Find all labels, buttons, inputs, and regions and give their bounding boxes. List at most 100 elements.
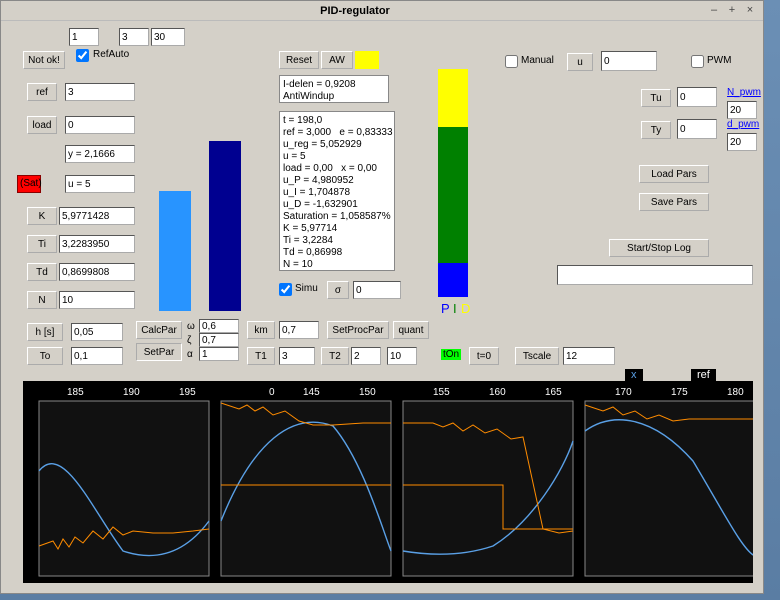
N-button[interactable]: N xyxy=(27,291,57,309)
Tu-input[interactable] xyxy=(677,87,717,107)
npwm-input[interactable] xyxy=(727,101,757,119)
hs-input[interactable] xyxy=(71,323,123,341)
K-button[interactable]: K xyxy=(27,207,57,225)
log-input[interactable] xyxy=(557,265,753,285)
setprocpar-button[interactable]: SetProcPar xyxy=(327,321,389,339)
pid-I-label: I xyxy=(453,301,457,316)
svg-text:150: 150 xyxy=(359,387,376,398)
pid-bar-yellow xyxy=(438,69,468,127)
To-button[interactable]: To xyxy=(27,347,63,365)
npwm-link[interactable]: N_pwm xyxy=(727,87,761,98)
chart-svg: 185190195 0145150 155160165 170175180 xyxy=(23,381,753,583)
ref-button[interactable]: ref xyxy=(27,83,57,101)
loadpars-button[interactable]: Load Pars xyxy=(639,165,709,183)
savepars-button[interactable]: Save Pars xyxy=(639,193,709,211)
Ti-button[interactable]: Ti xyxy=(27,235,57,253)
svg-text:190: 190 xyxy=(123,387,140,398)
omega-label: ω xyxy=(187,321,195,332)
startstop-button[interactable]: Start/Stop Log xyxy=(609,239,709,257)
svg-text:145: 145 xyxy=(303,387,320,398)
reset-button[interactable]: Reset xyxy=(279,51,319,69)
K-input[interactable] xyxy=(59,207,135,225)
load-input[interactable] xyxy=(65,116,135,134)
tscale-input[interactable] xyxy=(563,347,615,365)
svg-text:155: 155 xyxy=(433,387,450,398)
setpar-button[interactable]: SetPar xyxy=(136,343,182,361)
tscale-button[interactable]: Tscale xyxy=(515,347,559,365)
alpha-label: α xyxy=(187,349,193,360)
zeta-label: ζ xyxy=(187,335,191,346)
T2-input2[interactable] xyxy=(387,347,417,365)
maximize-icon[interactable]: + xyxy=(723,4,741,18)
t0-button[interactable]: t=0 xyxy=(469,347,499,365)
u-button[interactable]: u xyxy=(567,53,593,71)
sat-indicator: (Sat) xyxy=(17,175,41,193)
T1-button[interactable]: T1 xyxy=(247,347,275,365)
manual-label: Manual xyxy=(521,55,554,66)
refauto-label: RefAuto xyxy=(93,49,129,60)
zeta-input[interactable] xyxy=(199,333,239,347)
refauto-checkbox[interactable] xyxy=(76,49,89,62)
simu-label: Simu xyxy=(295,283,318,294)
N-input[interactable] xyxy=(59,291,135,309)
To-input[interactable] xyxy=(71,347,123,365)
bar2-container xyxy=(209,61,241,311)
Tu-button[interactable]: Tu xyxy=(641,89,671,107)
svg-text:175: 175 xyxy=(671,387,688,398)
pid-P-label: P xyxy=(441,301,450,316)
svg-text:195: 195 xyxy=(179,387,196,398)
bar1-container xyxy=(159,61,191,311)
idelen-text: I-delen = 0,9208 xyxy=(283,79,356,90)
km-input[interactable] xyxy=(279,321,319,339)
Td-button[interactable]: Td xyxy=(27,263,57,281)
Ti-input[interactable] xyxy=(59,235,135,253)
pid-D-label: D xyxy=(461,301,470,316)
manual-checkbox[interactable] xyxy=(505,55,518,68)
legend-ref: ref xyxy=(691,369,716,381)
T2-input[interactable] xyxy=(351,347,381,365)
pwm-checkbox[interactable] xyxy=(691,55,704,68)
main-readout: t = 198,0 ref = 3,000 e = 0,83333 u_reg … xyxy=(279,111,395,271)
toprow-2-input[interactable] xyxy=(119,28,149,46)
omega-input[interactable] xyxy=(199,319,239,333)
ref-input[interactable] xyxy=(65,83,135,101)
y-display xyxy=(65,145,135,163)
toprow-1-input[interactable] xyxy=(69,28,99,46)
svg-text:170: 170 xyxy=(615,387,632,398)
T1-input[interactable] xyxy=(279,347,315,365)
km-button[interactable]: km xyxy=(247,321,275,339)
Ty-input[interactable] xyxy=(677,119,717,139)
titlebar: PID-regulator – + × xyxy=(1,1,763,21)
simu-checkbox[interactable] xyxy=(279,283,292,296)
pid-bar-green xyxy=(438,127,468,263)
u-input[interactable] xyxy=(601,51,657,71)
idelen-readout: I-delen = 0,9208 AntiWindup xyxy=(279,75,389,103)
Ty-button[interactable]: Ty xyxy=(641,121,671,139)
dpwm-link[interactable]: d_pwm xyxy=(727,119,759,130)
svg-text:165: 165 xyxy=(545,387,562,398)
pid-bar xyxy=(438,69,468,297)
svg-text:185: 185 xyxy=(67,387,84,398)
T2-button[interactable]: T2 xyxy=(321,347,349,365)
sigma-input[interactable] xyxy=(353,281,401,299)
alpha-input[interactable] xyxy=(199,347,239,361)
hs-button[interactable]: h [s] xyxy=(27,323,63,341)
bar2 xyxy=(209,141,241,311)
dpwm-input[interactable] xyxy=(727,133,757,151)
notok-button[interactable]: Not ok! xyxy=(23,51,65,69)
svg-text:180: 180 xyxy=(727,387,744,398)
toprow-3-input[interactable] xyxy=(151,28,185,46)
calcpar-button[interactable]: CalcPar xyxy=(136,321,182,339)
sigma-button[interactable]: σ xyxy=(327,281,349,299)
load-button[interactable]: load xyxy=(27,116,57,134)
legend-x: x xyxy=(625,369,643,381)
antiwindup-text: AntiWindup xyxy=(283,91,334,102)
minimize-icon[interactable]: – xyxy=(705,4,723,18)
Td-input[interactable] xyxy=(59,263,135,281)
svg-text:160: 160 xyxy=(489,387,506,398)
bar1 xyxy=(159,191,191,311)
quant-button[interactable]: quant xyxy=(393,321,429,339)
close-icon[interactable]: × xyxy=(741,4,759,18)
u-display xyxy=(65,175,135,193)
aw-button[interactable]: AW xyxy=(321,51,353,69)
